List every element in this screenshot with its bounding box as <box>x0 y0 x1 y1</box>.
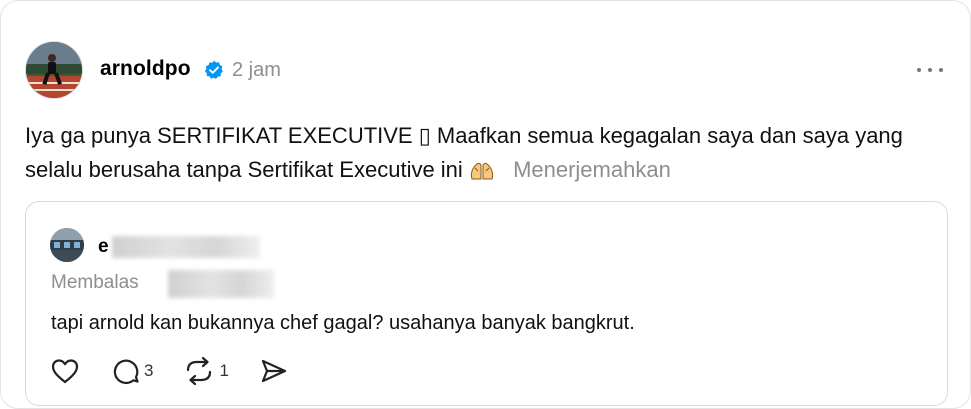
repost-button[interactable]: 1 <box>183 356 229 386</box>
redacted-replying-to <box>168 270 274 298</box>
like-button[interactable] <box>50 357 80 385</box>
share-button[interactable] <box>259 357 289 385</box>
thread-post-card: arnoldpo 2 jam Iya ga punya SERTIFIKAT E… <box>0 0 971 409</box>
author-username[interactable]: arnoldpo <box>100 57 191 81</box>
verified-badge-icon <box>204 60 223 79</box>
more-options-icon[interactable] <box>916 59 944 79</box>
replying-label: Membalas <box>51 272 139 293</box>
comment-icon <box>113 359 139 385</box>
author-avatar[interactable] <box>25 41 83 99</box>
folded-hands-emoji-icon <box>470 162 494 180</box>
quoted-reply-card[interactable]: e Membalas tapi arnold kan bukannya chef… <box>25 201 948 406</box>
post-text: Iya ga punya SERTIFIKAT EXECUTIVE ▯ Maaf… <box>25 123 903 182</box>
translate-link[interactable]: Menerjemahkan <box>513 157 671 182</box>
comment-count: 3 <box>144 361 154 380</box>
send-icon <box>261 359 287 383</box>
action-bar: 3 1 <box>50 356 319 386</box>
quoted-author-username[interactable]: e <box>98 236 109 258</box>
post-body: Iya ga punya SERTIFIKAT EXECUTIVE ▯ Maaf… <box>25 119 935 187</box>
quoted-text: tapi arnold kan bukannya chef gagal? usa… <box>51 312 635 334</box>
heart-icon <box>51 359 79 384</box>
comment-button[interactable]: 3 <box>110 356 153 386</box>
quoted-author-avatar[interactable] <box>50 228 84 262</box>
repost-count: 1 <box>219 361 229 380</box>
post-timestamp: 2 jam <box>232 59 281 81</box>
redacted-username <box>112 236 260 258</box>
repost-icon <box>187 356 212 386</box>
